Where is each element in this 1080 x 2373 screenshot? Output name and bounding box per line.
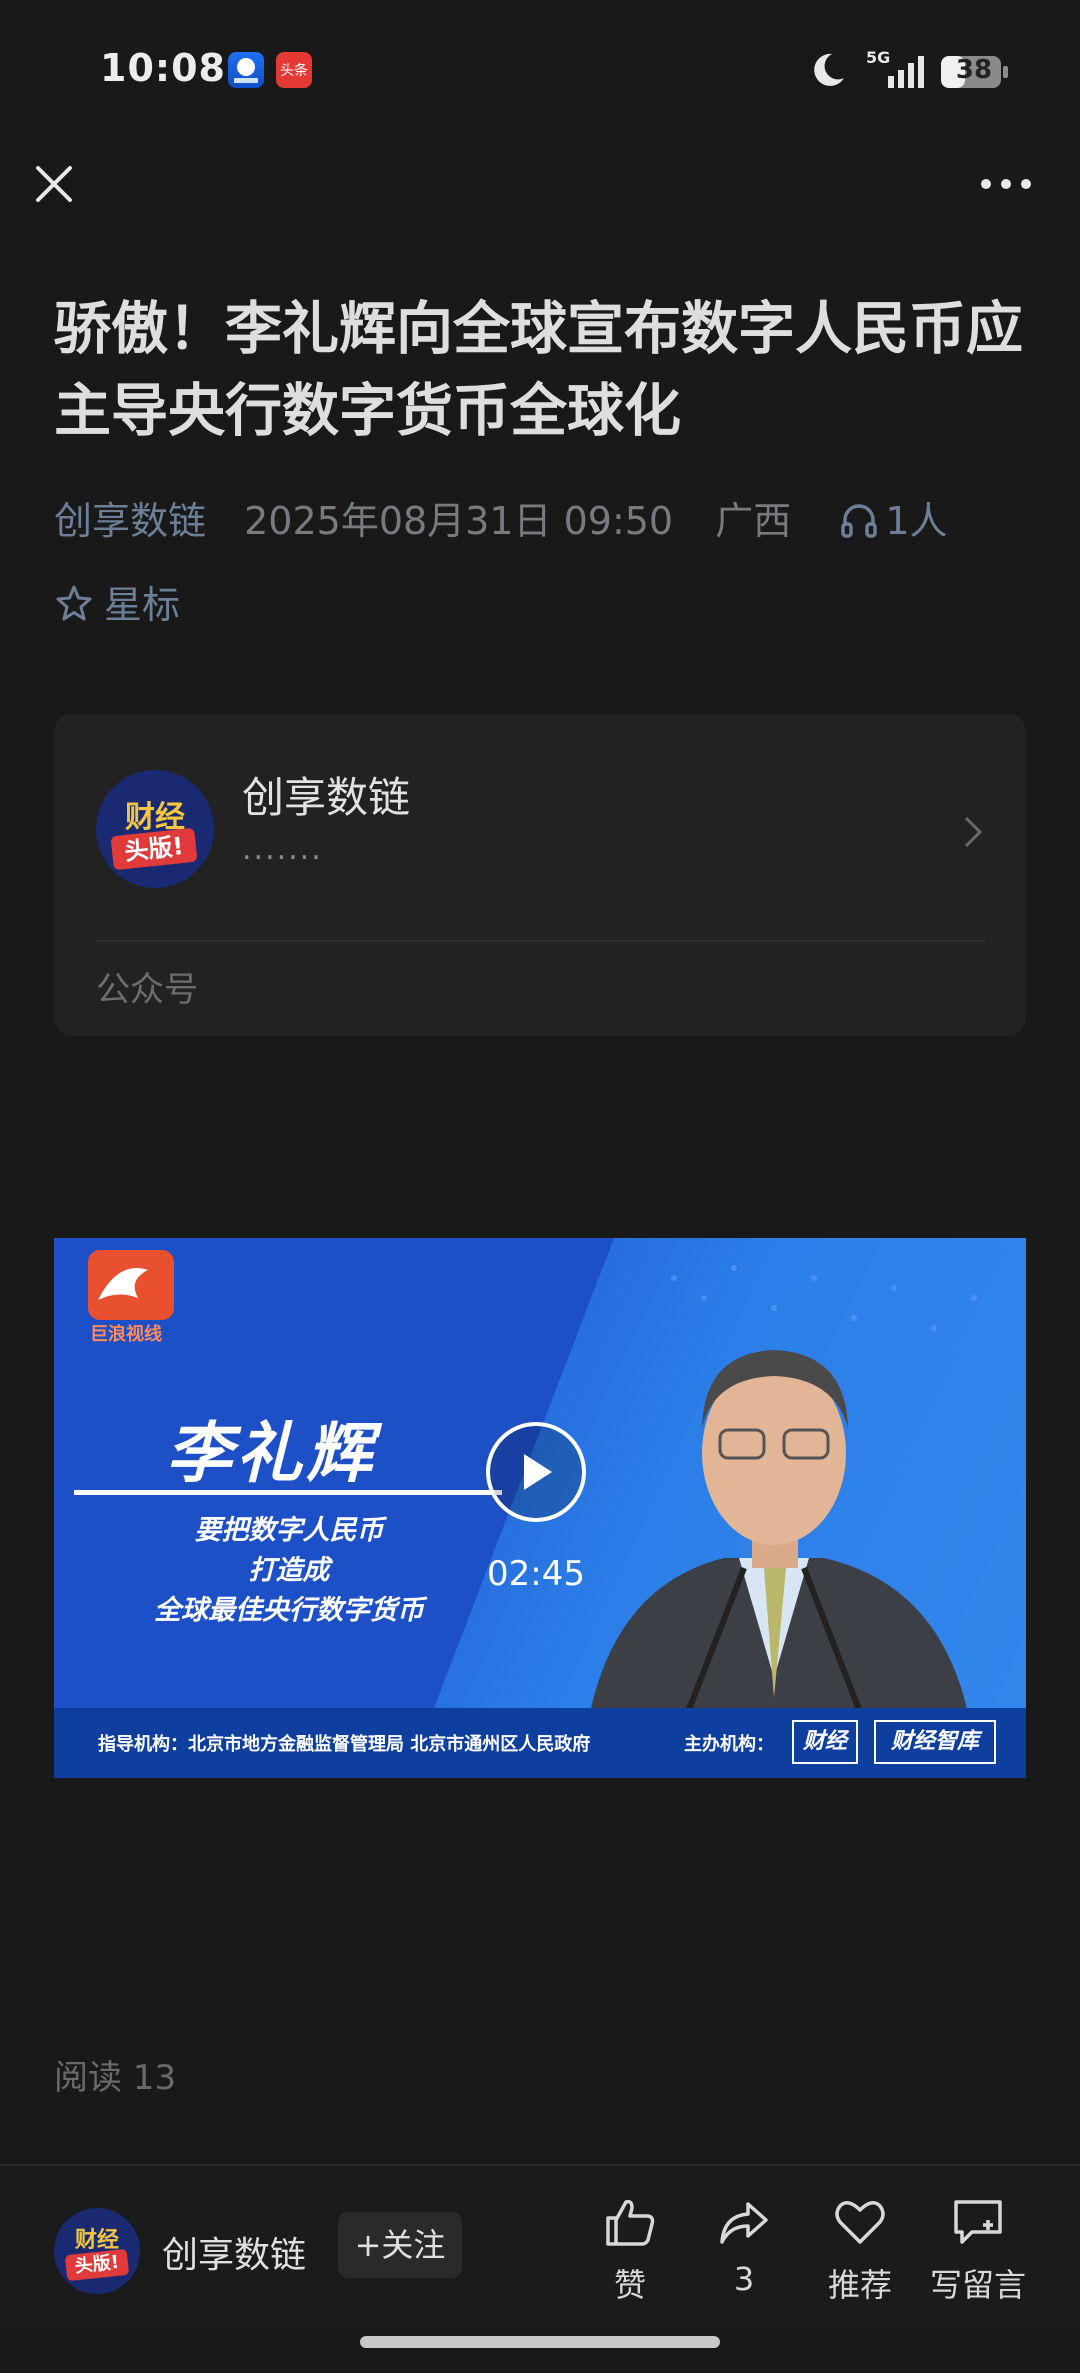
comment-icon [954, 2200, 1002, 2244]
chevron-right-icon [964, 816, 983, 848]
video-player[interactable]: 巨浪视线 李礼辉 要把数字人民币 打造成 全球最佳央行数字货币 指导机构：北京市… [54, 1238, 1026, 1778]
account-name[interactable]: 创享数链 [162, 2226, 306, 2278]
author-link[interactable]: 创享数链 [54, 499, 206, 543]
video-footer-guidance: 指导机构：北京市地方金融监督管理局 北京市通州区人民政府 [98, 1734, 591, 1755]
home-indicator[interactable] [360, 2336, 720, 2348]
recommend-label: 推荐 [827, 2266, 892, 2304]
speaker-portrait [584, 1350, 974, 1748]
headphone-icon [841, 504, 878, 538]
like-label: 赞 [613, 2266, 646, 2304]
account-avatar[interactable]: 财经 头版! [54, 2208, 140, 2294]
play-icon [524, 1454, 552, 1490]
listener-count: 1人 [885, 499, 948, 543]
publish-region: 广西 [715, 499, 792, 543]
close-icon[interactable] [30, 160, 78, 208]
notification-app-icon [228, 52, 264, 88]
video-subtitle-line: 要把数字人民币 [194, 1515, 384, 1546]
publish-date: 2025年08月31日 09:50 [244, 499, 674, 543]
heart-icon [835, 2201, 885, 2244]
video-host-label: 主办机构： [684, 1734, 774, 1755]
account-card[interactable]: 财经 头版! 创享数链 ....... 公众号 [54, 714, 1026, 1036]
host-logo: 财经智库 [874, 1720, 996, 1764]
write-comment-button[interactable]: 写留言 [928, 2194, 1028, 2306]
more-icon[interactable] [976, 170, 1036, 198]
share-icon [720, 2202, 768, 2244]
card-divider [96, 940, 986, 942]
account-type: 公众号 [96, 970, 198, 1010]
video-duration: 02:45 [487, 1554, 585, 1594]
star-icon [56, 585, 92, 621]
video-logo-text: 巨浪视线 [90, 1324, 162, 1345]
status-time: 10:08 [100, 46, 226, 90]
avatar-text-top: 财经 [74, 2228, 119, 2253]
recommend-button[interactable]: 推荐 [810, 2194, 910, 2306]
signal-icon [888, 56, 924, 88]
share-button[interactable]: 3 [694, 2194, 794, 2298]
article-title: 骄傲！李礼辉向全球宣布数字人民币应主导央行数字货币全球化 [54, 296, 1023, 444]
account-description: ....... [242, 832, 323, 867]
avatar-text-top: 财经 [125, 800, 185, 835]
comment-label: 写留言 [929, 2266, 1026, 2304]
like-button[interactable]: 赞 [580, 2194, 680, 2306]
read-count: 阅读 13 [54, 2058, 177, 2098]
article-meta: 创享数链 2025年08月31日 09:50 广西 1人 [54, 490, 948, 545]
star-label: 星标 [104, 583, 181, 627]
thumbs-up-icon [606, 2199, 655, 2246]
video-underline [74, 1490, 502, 1495]
toutiao-app-icon: 头条 [276, 52, 312, 88]
account-avatar: 财经 头版! [96, 770, 214, 888]
host-logo: 财经 [792, 1720, 858, 1764]
follow-button[interactable]: +关注 [338, 2212, 462, 2278]
star-button[interactable]: 星标 [54, 574, 180, 629]
avatar-text-bottom: 头版! [64, 2248, 130, 2282]
listen-button[interactable]: 1人 [839, 499, 948, 543]
video-person-name: 李礼辉 [166, 1415, 376, 1492]
play-button[interactable] [486, 1422, 586, 1522]
account-name: 创享数链 [242, 773, 411, 822]
battery-level: 38 [955, 55, 993, 85]
avatar-text-bottom: 头版! [110, 827, 198, 871]
share-count: 3 [733, 2260, 755, 2298]
video-logo-icon [88, 1250, 174, 1320]
bottom-action-bar: 财经 头版! 创享数链 +关注 赞 3 推荐 写留言 [0, 2164, 1080, 2326]
moon-icon [814, 53, 844, 86]
